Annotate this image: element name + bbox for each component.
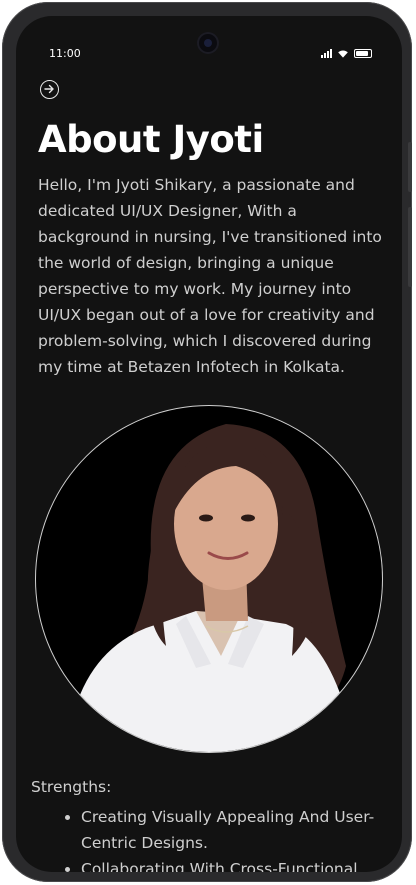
screen: 11:00 About Jyoti Hello, I'm Jyoti Shika… (16, 16, 402, 872)
back-button[interactable] (40, 80, 59, 99)
status-bar: 11:00 (16, 16, 402, 76)
volume-button (408, 142, 412, 192)
status-icons (321, 49, 372, 58)
battery-icon (354, 49, 372, 58)
power-button (408, 207, 412, 287)
front-camera (197, 32, 219, 54)
status-time: 11:00 (49, 47, 81, 60)
wifi-icon (338, 50, 348, 58)
phone-frame: 11:00 About Jyoti Hello, I'm Jyoti Shika… (2, 2, 412, 882)
list-item: Creating Visually Appealing And User-Cen… (16, 804, 402, 856)
signal-icon (321, 49, 332, 58)
strengths-list: Creating Visually Appealing And User-Cen… (16, 804, 402, 872)
person-portrait-image (66, 424, 356, 752)
profile-photo (35, 405, 383, 753)
bio-text: Hello, I'm Jyoti Shikary, a passionate a… (38, 176, 382, 376)
arrow-circle-right-icon (44, 84, 54, 94)
strengths-heading: Strengths: (31, 778, 112, 796)
page-title: About Jyoti (38, 118, 264, 161)
list-item: Collaborating With Cross-Functional (16, 856, 402, 872)
